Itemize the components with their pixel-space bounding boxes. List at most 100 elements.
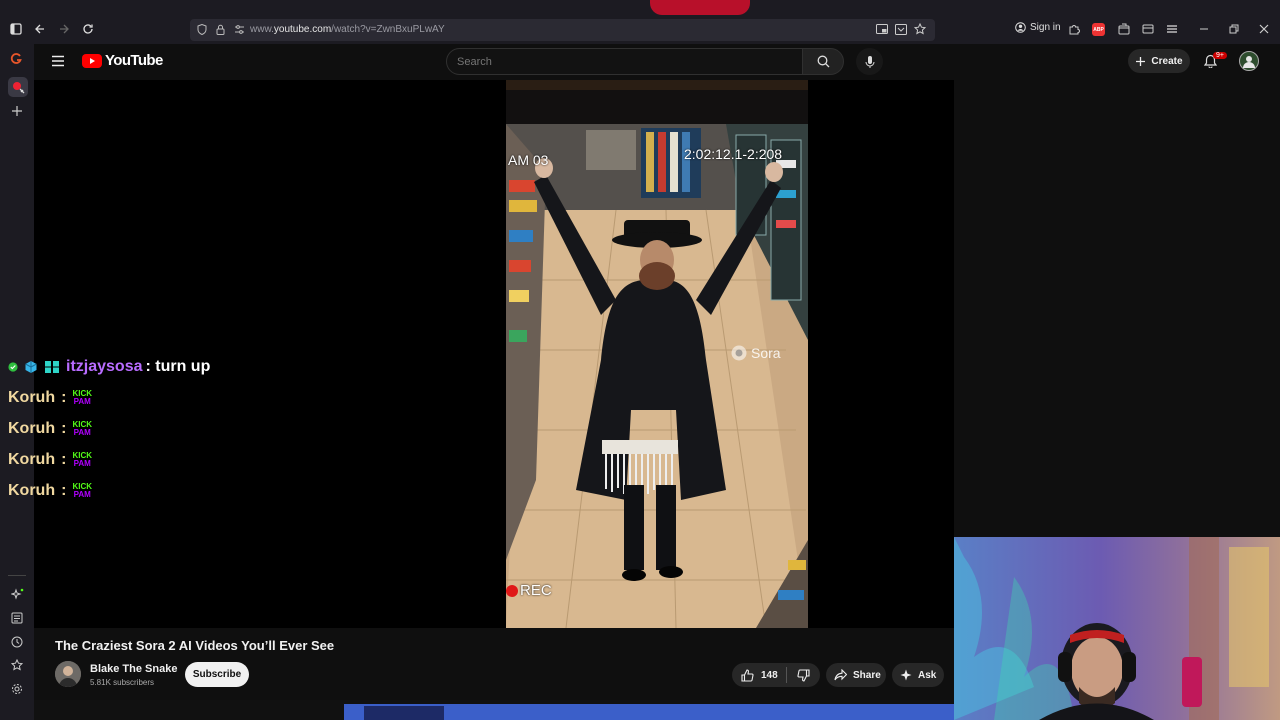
youtube-logo[interactable]: YouTube xyxy=(82,52,163,69)
sora-logo-icon xyxy=(731,345,747,361)
search-button[interactable] xyxy=(802,48,844,75)
youtube-logo-text: YouTube xyxy=(105,52,163,69)
save-to-pocket-icon[interactable] xyxy=(895,24,907,35)
chat-text: : turn up xyxy=(145,358,211,375)
extensions-icon[interactable] xyxy=(1068,23,1080,35)
rec-label: REC xyxy=(520,582,552,599)
kick-emote: KICK PAM xyxy=(72,483,92,499)
sidebar-toggle-icon[interactable] xyxy=(10,23,22,35)
account-icon xyxy=(1015,22,1026,33)
like-button[interactable]: 148 xyxy=(732,668,786,682)
streamer-webcam xyxy=(954,537,1280,720)
sparkle-icon xyxy=(900,669,912,681)
webcam-image xyxy=(954,537,1280,720)
chat-separator: : xyxy=(61,389,67,406)
search-input[interactable] xyxy=(447,49,802,74)
voice-search-button[interactable] xyxy=(856,48,883,75)
channel-name[interactable]: Blake The Snake xyxy=(90,663,177,675)
channel-avatar[interactable] xyxy=(55,661,81,687)
bookmarks-star-icon[interactable] xyxy=(11,659,23,671)
bookmark-star-icon[interactable] xyxy=(914,23,926,35)
sora-watermark: Sora xyxy=(730,344,781,362)
back-icon[interactable] xyxy=(34,23,46,35)
share-arrow-icon xyxy=(834,669,847,681)
kick-emote-bottom: PAM xyxy=(73,459,91,468)
dislike-button[interactable] xyxy=(787,668,820,682)
reader-view-icon[interactable] xyxy=(1142,23,1154,35)
chat-separator: : xyxy=(61,420,67,437)
chat-separator: : xyxy=(61,451,67,468)
permissions-icon[interactable] xyxy=(234,24,245,35)
cam-timestamp: 2:02:12.1-2:208 xyxy=(684,146,783,162)
restore-icon[interactable] xyxy=(1229,24,1239,34)
chat-message: Koruh : KICK PAM xyxy=(8,451,92,469)
subscribe-button[interactable]: Subscribe xyxy=(185,662,249,687)
container-icon[interactable] xyxy=(1118,23,1130,35)
grid-badge-icon xyxy=(45,361,59,373)
chat-message: Koruh : KICK PAM xyxy=(8,389,92,407)
page-bottom-strip xyxy=(34,700,954,720)
app-menu-icon[interactable] xyxy=(1166,23,1178,35)
reload-icon[interactable] xyxy=(82,23,94,35)
chat-username: Koruh xyxy=(8,451,56,468)
kick-emote-bottom: PAM xyxy=(73,428,91,437)
chat-message: Koruh : KICK PAM xyxy=(8,420,92,438)
adblock-extension-icon[interactable]: ABP xyxy=(1092,23,1105,36)
like-dislike-group: 148 xyxy=(732,663,820,687)
verified-badge-icon xyxy=(8,362,18,372)
search-icon xyxy=(817,55,829,68)
like-count: 148 xyxy=(761,669,778,681)
plus-icon xyxy=(1136,56,1146,66)
chat-username: itzjaysosa xyxy=(66,358,143,375)
picture-in-picture-icon[interactable] xyxy=(876,24,888,35)
desktop-background-glimpse xyxy=(650,0,750,15)
video-frame[interactable]: AM 03 2:02:12.1-2:208 Sora REC xyxy=(506,80,808,628)
chat-username: Koruh xyxy=(8,420,56,437)
create-button[interactable]: Create xyxy=(1128,49,1190,73)
close-window-icon[interactable] xyxy=(1259,24,1269,34)
cam-label: AM 03 xyxy=(508,152,549,168)
cube-badge-icon xyxy=(25,361,37,373)
chat-message: itzjaysosa : turn up xyxy=(8,358,210,376)
account-avatar[interactable] xyxy=(1239,51,1259,71)
ask-button[interactable]: Ask xyxy=(892,663,944,687)
kick-emote-bottom: PAM xyxy=(73,490,91,499)
youtube-play-icon xyxy=(82,53,102,68)
notification-count-badge: 9+ xyxy=(1213,52,1227,59)
chat-username: Koruh xyxy=(8,482,56,499)
share-button[interactable]: Share xyxy=(826,663,886,687)
grammarly-icon[interactable] xyxy=(10,52,23,65)
chat-message: Koruh : KICK PAM xyxy=(8,482,92,500)
sidebar-divider xyxy=(8,575,26,576)
chat-separator: : xyxy=(61,482,67,499)
video-player[interactable] xyxy=(34,80,954,628)
active-tab-icon[interactable] xyxy=(8,77,28,97)
settings-gear-icon[interactable] xyxy=(11,683,23,695)
share-label: Share xyxy=(853,669,881,681)
ai-chatbot-icon[interactable] xyxy=(11,588,24,601)
guide-menu-icon[interactable] xyxy=(51,55,65,67)
shield-icon[interactable] xyxy=(197,24,207,35)
thumbs-down-icon xyxy=(797,668,810,682)
microphone-icon xyxy=(865,55,874,68)
video-title: The Craziest Sora 2 AI Videos You’ll Eve… xyxy=(55,638,335,653)
clock-icon[interactable] xyxy=(11,636,23,648)
kick-emote: KICK PAM xyxy=(72,452,92,468)
thumbs-up-icon xyxy=(741,668,754,682)
search-box[interactable] xyxy=(446,48,803,75)
ask-label: Ask xyxy=(918,669,937,681)
url-text[interactable]: www.youtube.com/watch?v=ZwnBxuPLwAY xyxy=(250,24,445,35)
history-panel-icon[interactable] xyxy=(11,612,23,624)
adblock-badge: ABP xyxy=(1093,26,1104,33)
kick-emote-bottom: PAM xyxy=(73,397,91,406)
lock-icon[interactable] xyxy=(216,24,225,35)
kick-emote: KICK PAM xyxy=(72,421,92,437)
new-tab-icon[interactable] xyxy=(11,105,23,117)
sign-in-button[interactable]: Sign in xyxy=(1015,22,1061,33)
sora-watermark-text: Sora xyxy=(751,345,781,361)
forward-icon[interactable] xyxy=(58,23,70,35)
sign-in-label: Sign in xyxy=(1030,22,1061,33)
subscriber-count: 5.81K subscribers xyxy=(90,678,155,687)
kick-emote: KICK PAM xyxy=(72,390,92,406)
minimize-icon[interactable] xyxy=(1199,23,1209,35)
